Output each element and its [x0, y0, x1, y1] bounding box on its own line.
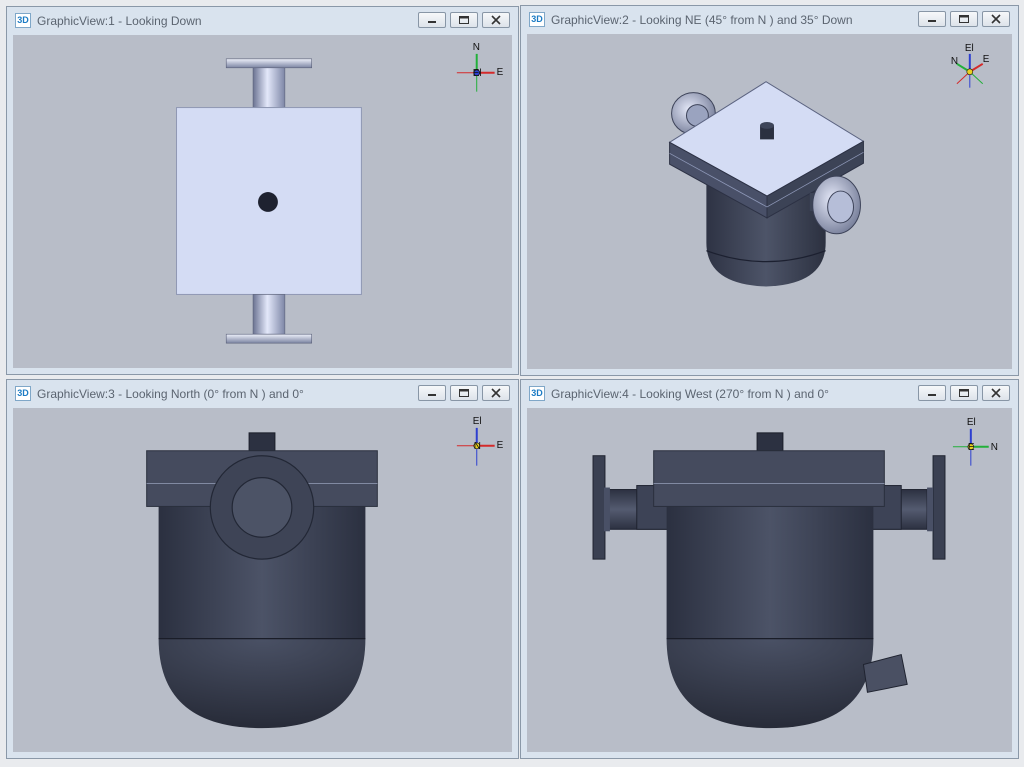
close-icon [491, 15, 501, 25]
3d-view-icon: 3D [529, 12, 545, 27]
view-4-titlebar[interactable]: 3D GraphicView:4 - Looking West (270° fr… [521, 380, 1018, 408]
maximize-button[interactable] [950, 11, 978, 27]
orientation-triad: El N E [951, 43, 990, 88]
graphic-view-1-window[interactable]: 3D GraphicView:1 - Looking Down N E El [6, 6, 519, 375]
close-button[interactable] [982, 385, 1010, 401]
isometric-view-model: El N E [668, 43, 990, 287]
minimize-button[interactable] [918, 385, 946, 401]
axis-label-north: N [991, 442, 998, 453]
orientation-triad: N E El [456, 42, 504, 92]
minimize-button[interactable] [918, 11, 946, 27]
close-icon [991, 14, 1001, 24]
restore-icon [459, 16, 469, 24]
graphic-view-4-window[interactable]: 3D GraphicView:4 - Looking West (270° fr… [520, 379, 1019, 759]
minimize-icon [428, 394, 436, 396]
close-icon [991, 388, 1001, 398]
view-4-viewport[interactable]: El N E [527, 408, 1012, 752]
top-view-model: N E El [176, 42, 504, 344]
close-button[interactable] [482, 385, 510, 401]
axis-label-east: E [983, 54, 990, 65]
view-3-title: GraphicView:3 - Looking North (0° from N… [37, 387, 304, 401]
view-3-viewport[interactable]: El E N [13, 408, 512, 752]
graphic-view-2-window[interactable]: 3D GraphicView:2 - Looking NE (45° from … [520, 5, 1019, 376]
view-2-title: GraphicView:2 - Looking NE (45° from N )… [551, 13, 853, 27]
restore-icon [959, 15, 969, 23]
view-1-title: GraphicView:1 - Looking Down [37, 14, 202, 28]
view-3-titlebar[interactable]: 3D GraphicView:3 - Looking North (0° fro… [7, 380, 518, 408]
axis-label-east: E [497, 67, 504, 78]
close-icon [491, 388, 501, 398]
maximize-button[interactable] [950, 385, 978, 401]
axis-label-north: N [473, 42, 480, 53]
maximize-button[interactable] [450, 12, 478, 28]
axis-label-east: E [497, 440, 504, 451]
3d-view-icon: 3D [15, 386, 31, 401]
minimize-button[interactable] [418, 12, 446, 28]
view-2-viewport[interactable]: El N E [527, 34, 1012, 369]
north-view-model: El E N [146, 416, 504, 729]
axis-label-elevation: El [965, 43, 974, 54]
view-1-viewport[interactable]: N E El [13, 35, 512, 368]
minimize-icon [928, 394, 936, 396]
axis-label-elevation: El [967, 417, 976, 428]
maximize-button[interactable] [450, 385, 478, 401]
west-view-model: El N E [592, 417, 998, 729]
orientation-triad: El N E [952, 417, 998, 466]
3d-view-icon: 3D [529, 386, 545, 401]
close-button[interactable] [482, 12, 510, 28]
graphic-view-3-window[interactable]: 3D GraphicView:3 - Looking North (0° fro… [6, 379, 519, 759]
axis-label-elevation: El [473, 68, 482, 79]
minimize-button[interactable] [418, 385, 446, 401]
3d-view-icon: 3D [15, 13, 31, 28]
orientation-triad: El E N [456, 416, 504, 466]
close-button[interactable] [982, 11, 1010, 27]
axis-label-elevation: El [473, 416, 482, 427]
axis-label-north: N [474, 441, 481, 452]
minimize-icon [928, 20, 936, 22]
view-2-titlebar[interactable]: 3D GraphicView:2 - Looking NE (45° from … [521, 6, 1018, 34]
view-1-titlebar[interactable]: 3D GraphicView:1 - Looking Down [7, 7, 518, 35]
view-4-title: GraphicView:4 - Looking West (270° from … [551, 387, 829, 401]
axis-label-east: E [968, 442, 975, 453]
restore-icon [959, 389, 969, 397]
restore-icon [459, 389, 469, 397]
minimize-icon [428, 21, 436, 23]
axis-label-north: N [951, 56, 958, 67]
